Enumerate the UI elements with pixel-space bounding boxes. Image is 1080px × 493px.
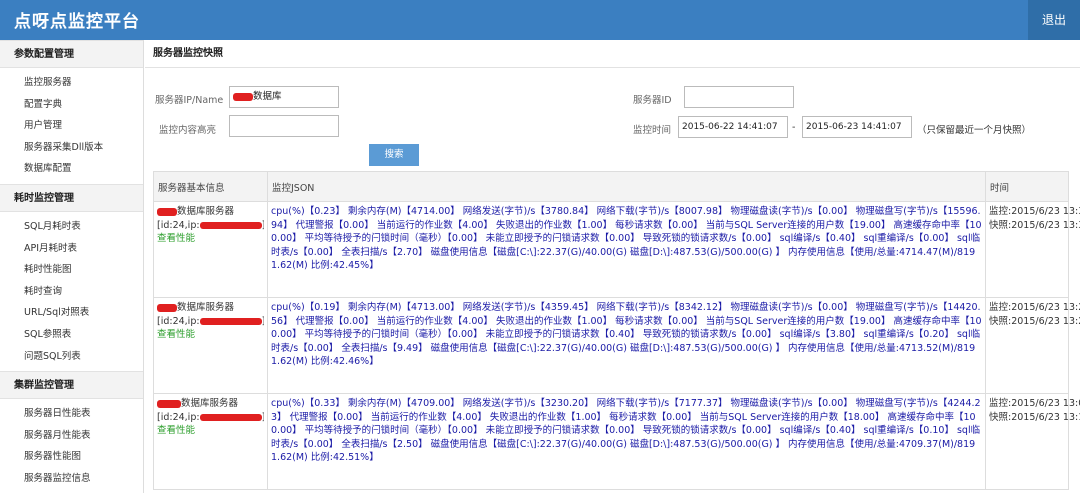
server-info-cell: 数据库服务器 [id:24,ip:] 查看性能 bbox=[153, 201, 268, 298]
sidebar-item-sql-reference[interactable]: SQL参照表 bbox=[0, 324, 143, 346]
main-content: 服务器监控快照 服务器IP/Name 数据库 服务器ID 监控内容高亮 监控时间… bbox=[145, 40, 1080, 493]
monitor-time-label: 监控时间 bbox=[633, 125, 672, 136]
time-cell: 监控:2015/6/23 13:20:04 快照:2015/6/23 13:20… bbox=[985, 297, 1080, 394]
sidebar-item-server-info[interactable]: 服务器监控信息 bbox=[0, 468, 143, 490]
table-row: 数据库服务器 [id:24,ip:] 查看性能 cpu(%)【0.23】 剩余内… bbox=[153, 201, 1080, 298]
redaction-mark bbox=[233, 92, 253, 101]
sidebar-item-url-sql-map[interactable]: URL/Sql对照表 bbox=[0, 302, 143, 324]
server-info-cell: 数据库服务器 [id:24,ip:] 查看性能 bbox=[153, 297, 268, 394]
snapshot-time: 快照:2015/6/23 13:35:01 bbox=[989, 219, 1080, 231]
monitor-time: 监控:2015/6/23 13:09:53 bbox=[989, 398, 1080, 409]
sidebar-item-user-manage[interactable]: 用户管理 bbox=[0, 115, 143, 137]
app-title: 点呀点监控平台 bbox=[14, 12, 140, 32]
table-header-row: 服务器基本信息 监控JSON 时间 bbox=[153, 171, 1069, 202]
snapshot-time: 快照:2015/6/23 13:20:06 bbox=[989, 315, 1080, 327]
sidebar-item-sql-monthly[interactable]: SQL月耗时表 bbox=[0, 216, 143, 238]
column-header-json: 监控JSON bbox=[267, 171, 986, 202]
sidebar-group-title[interactable]: 耗时监控管理 bbox=[0, 183, 143, 212]
time-separator: - bbox=[792, 122, 796, 133]
redaction-mark bbox=[199, 413, 262, 421]
content-highlight-label: 监控内容高亮 bbox=[159, 125, 217, 136]
server-name: 数据库服务器 bbox=[177, 206, 235, 217]
time-start-input[interactable]: 2015-06-22 14:41:07 bbox=[678, 116, 788, 138]
monitor-json-cell: cpu(%)【0.23】 剩余内存(M)【4714.00】 网络发送(字节)/s… bbox=[267, 201, 986, 298]
sidebar-group-latency: 耗时监控管理 SQL月耗时表 API月耗时表 耗时性能图 耗时查询 URL/Sq… bbox=[0, 183, 143, 371]
logout-button[interactable]: 退出 bbox=[1028, 0, 1080, 40]
content-highlight-input[interactable] bbox=[229, 115, 339, 137]
column-header-time: 时间 bbox=[985, 171, 1069, 202]
server-id-suffix: ] bbox=[262, 316, 264, 327]
snapshot-table: 服务器基本信息 监控JSON 时间 数据库服务器 [id:24,ip:] 查看性… bbox=[153, 171, 1080, 490]
monitor-time: 监控:2015/6/23 13:20:04 bbox=[989, 302, 1080, 313]
server-ip-label: 服务器IP/Name bbox=[155, 95, 224, 106]
sidebar-item-db-config[interactable]: 数据库配置 bbox=[0, 158, 143, 180]
sidebar-item-latency-query[interactable]: 耗时查询 bbox=[0, 281, 143, 303]
sidebar-item-latency-chart[interactable]: 耗时性能图 bbox=[0, 259, 143, 281]
server-info-cell: 数据库服务器 [id:24,ip:] 查看性能 bbox=[153, 393, 268, 490]
redaction-mark bbox=[157, 303, 177, 312]
time-cell: 监控:2015/6/23 13:09:53 快照:2015/6/23 13:10… bbox=[985, 393, 1080, 490]
redaction-mark bbox=[199, 317, 262, 325]
sidebar-item-config-dict[interactable]: 配置字典 bbox=[0, 94, 143, 116]
sidebar-item-monitor-server[interactable]: 监控服务器 bbox=[0, 72, 143, 94]
sidebar-group-cluster: 集群监控管理 服务器日性能表 服务器月性能表 服务器性能图 服务器监控信息 bbox=[0, 371, 143, 493]
server-name: 数据库服务器 bbox=[181, 398, 239, 409]
page-title: 服务器监控快照 bbox=[145, 40, 1080, 68]
server-ip-input[interactable]: 数据库 bbox=[229, 86, 339, 108]
view-performance-link[interactable]: 查看性能 bbox=[157, 424, 264, 438]
view-performance-link[interactable]: 查看性能 bbox=[157, 232, 264, 246]
snapshot-time: 快照:2015/6/23 13:10:01 bbox=[989, 411, 1080, 423]
redaction-mark bbox=[199, 221, 262, 229]
monitor-json-cell: cpu(%)【0.19】 剩余内存(M)【4713.00】 网络发送(字节)/s… bbox=[267, 297, 986, 394]
server-id-label: 服务器ID bbox=[633, 95, 672, 106]
sidebar-group-title[interactable]: 参数配置管理 bbox=[0, 40, 143, 68]
server-id-suffix: ] bbox=[262, 412, 264, 423]
server-ip-value: 数据库 bbox=[253, 91, 282, 102]
view-performance-link[interactable]: 查看性能 bbox=[157, 328, 264, 342]
sidebar-item-problem-sql[interactable]: 问题SQL列表 bbox=[0, 346, 143, 368]
sidebar-item-api-monthly[interactable]: API月耗时表 bbox=[0, 238, 143, 260]
redaction-mark bbox=[157, 207, 177, 216]
redaction-mark bbox=[157, 399, 181, 408]
monitor-json-cell: cpu(%)【0.33】 剩余内存(M)【4709.00】 网络发送(字节)/s… bbox=[267, 393, 986, 490]
time-note: （只保留最近一个月快照） bbox=[917, 125, 1032, 136]
sidebar-group-title[interactable]: 集群监控管理 bbox=[0, 371, 143, 400]
server-id-suffix: ] bbox=[262, 220, 264, 231]
sidebar-item-dll-version[interactable]: 服务器采集Dll版本 bbox=[0, 137, 143, 159]
table-row: 数据库服务器 [id:24,ip:] 查看性能 cpu(%)【0.33】 剩余内… bbox=[153, 393, 1080, 490]
sidebar-item-server-chart[interactable]: 服务器性能图 bbox=[0, 446, 143, 468]
server-id-prefix: [id:24,ip: bbox=[157, 315, 200, 327]
server-id-prefix: [id:24,ip: bbox=[157, 411, 200, 423]
top-bar: 点呀点监控平台 退出 bbox=[0, 0, 1080, 40]
time-cell: 监控:2015/6/23 13:34:55 快照:2015/6/23 13:35… bbox=[985, 201, 1080, 298]
column-header-server-info: 服务器基本信息 bbox=[153, 171, 268, 202]
server-id-prefix: [id:24,ip: bbox=[157, 219, 200, 231]
sidebar-item-server-monthly[interactable]: 服务器月性能表 bbox=[0, 425, 143, 447]
time-end-input[interactable]: 2015-06-23 14:41:07 bbox=[802, 116, 912, 138]
server-name: 数据库服务器 bbox=[177, 302, 235, 313]
sidebar-group-config: 参数配置管理 监控服务器 配置字典 用户管理 服务器采集Dll版本 数据库配置 bbox=[0, 40, 143, 184]
sidebar-item-server-daily[interactable]: 服务器日性能表 bbox=[0, 403, 143, 425]
monitor-time: 监控:2015/6/23 13:34:55 bbox=[989, 206, 1080, 217]
search-button[interactable]: 搜索 bbox=[369, 144, 419, 166]
table-row: 数据库服务器 [id:24,ip:] 查看性能 cpu(%)【0.19】 剩余内… bbox=[153, 297, 1080, 394]
sidebar: 参数配置管理 监控服务器 配置字典 用户管理 服务器采集Dll版本 数据库配置 … bbox=[0, 40, 144, 493]
server-id-input[interactable] bbox=[684, 86, 794, 108]
